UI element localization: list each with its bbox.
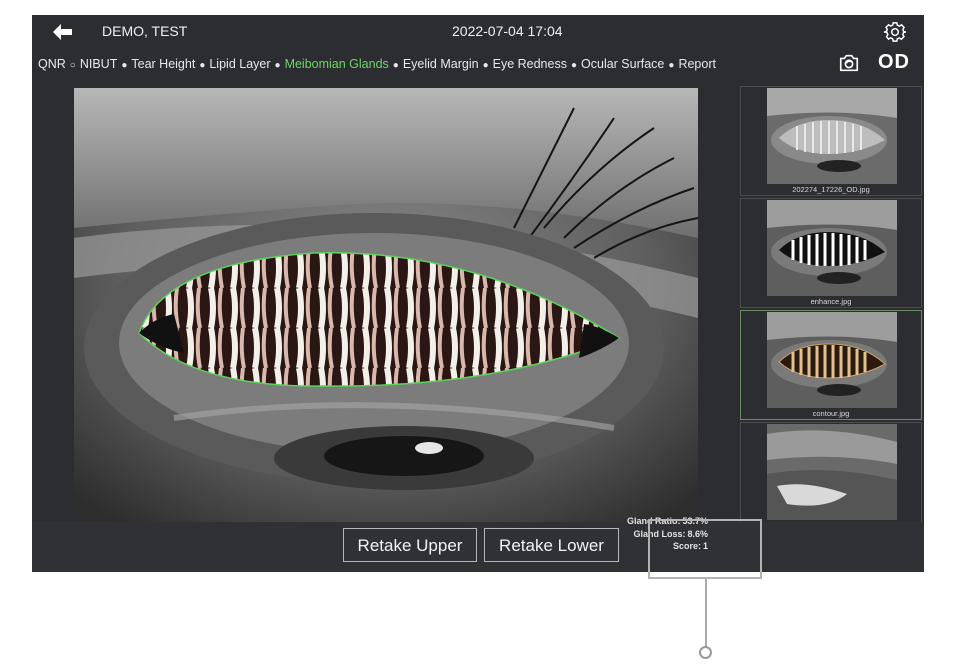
status-marker: ●	[199, 60, 206, 71]
exam-datetime: 2022-07-04 17:04	[452, 23, 563, 39]
tab-eyelid-margin[interactable]: Eyelid Margin	[403, 57, 479, 71]
tab-ocular-surface[interactable]: Ocular Surface	[581, 57, 664, 71]
thumbnail-lower-lid[interactable]	[740, 422, 922, 532]
eyelid-image	[74, 88, 698, 522]
thumbnail-image	[767, 88, 897, 184]
status-marker: ●	[392, 60, 399, 71]
thumbnail-caption: enhance.jpg	[810, 297, 852, 306]
callout-anchor-dot	[699, 646, 712, 659]
thumbnail-strip: 202274_17226_OD.jpg enhance.jpg contour.…	[740, 86, 922, 532]
action-bar: Retake Upper Retake Lower	[32, 522, 924, 572]
callout-leader-line	[705, 579, 707, 647]
thumbnail-contour[interactable]: contour.jpg	[740, 310, 922, 420]
thumbnail-caption: contour.jpg	[812, 409, 850, 418]
tab-report[interactable]: Report	[678, 57, 716, 71]
tab-nibut[interactable]: NIBUT	[80, 57, 118, 71]
top-bar: DEMO, TEST 2022-07-04 17:04	[32, 15, 924, 49]
camera-icon[interactable]	[838, 52, 860, 74]
tab-qnr[interactable]: QNR	[38, 57, 66, 71]
retake-lower-button[interactable]: Retake Lower	[484, 528, 619, 562]
patient-name: DEMO, TEST	[102, 23, 188, 39]
module-tabs: QNR ○ NIBUT ● Tear Height ● Lipid Layer ● Meibom…	[38, 57, 716, 71]
status-marker: ●	[274, 60, 281, 71]
meibography-image-viewer[interactable]	[74, 88, 698, 522]
retake-upper-button[interactable]: Retake Upper	[343, 528, 477, 562]
thumbnail-enhance[interactable]: enhance.jpg	[740, 198, 922, 308]
tab-meibomian-glands[interactable]: Meibomian Glands	[285, 57, 389, 71]
app-window: DEMO, TEST 2022-07-04 17:04 QNR ○ NIBUT ● Te…	[32, 15, 924, 572]
thumbnail-caption: 202274_17226_OD.jpg	[792, 185, 870, 194]
module-nav: QNR ○ NIBUT ● Tear Height ● Lipid Layer ● Meibom…	[32, 53, 924, 77]
status-marker: ●	[482, 60, 489, 71]
gear-icon[interactable]	[884, 21, 906, 43]
tab-eye-redness[interactable]: Eye Redness	[493, 57, 567, 71]
status-marker: ●	[668, 60, 675, 71]
status-marker: ●	[121, 60, 128, 71]
eye-side-indicator: OD	[878, 51, 910, 73]
status-marker: ○	[69, 60, 76, 71]
arrow-left-icon[interactable]	[52, 23, 74, 41]
thumbnail-image	[767, 312, 897, 408]
thumbnail-image	[767, 200, 897, 296]
thumbnail-image	[767, 424, 897, 520]
status-marker: ●	[570, 60, 578, 71]
tab-tear-height[interactable]: Tear Height	[131, 57, 195, 71]
thumbnail-original[interactable]: 202274_17226_OD.jpg	[740, 86, 922, 196]
callout-highlight-box	[648, 519, 762, 579]
tab-lipid-layer[interactable]: Lipid Layer	[209, 57, 270, 71]
